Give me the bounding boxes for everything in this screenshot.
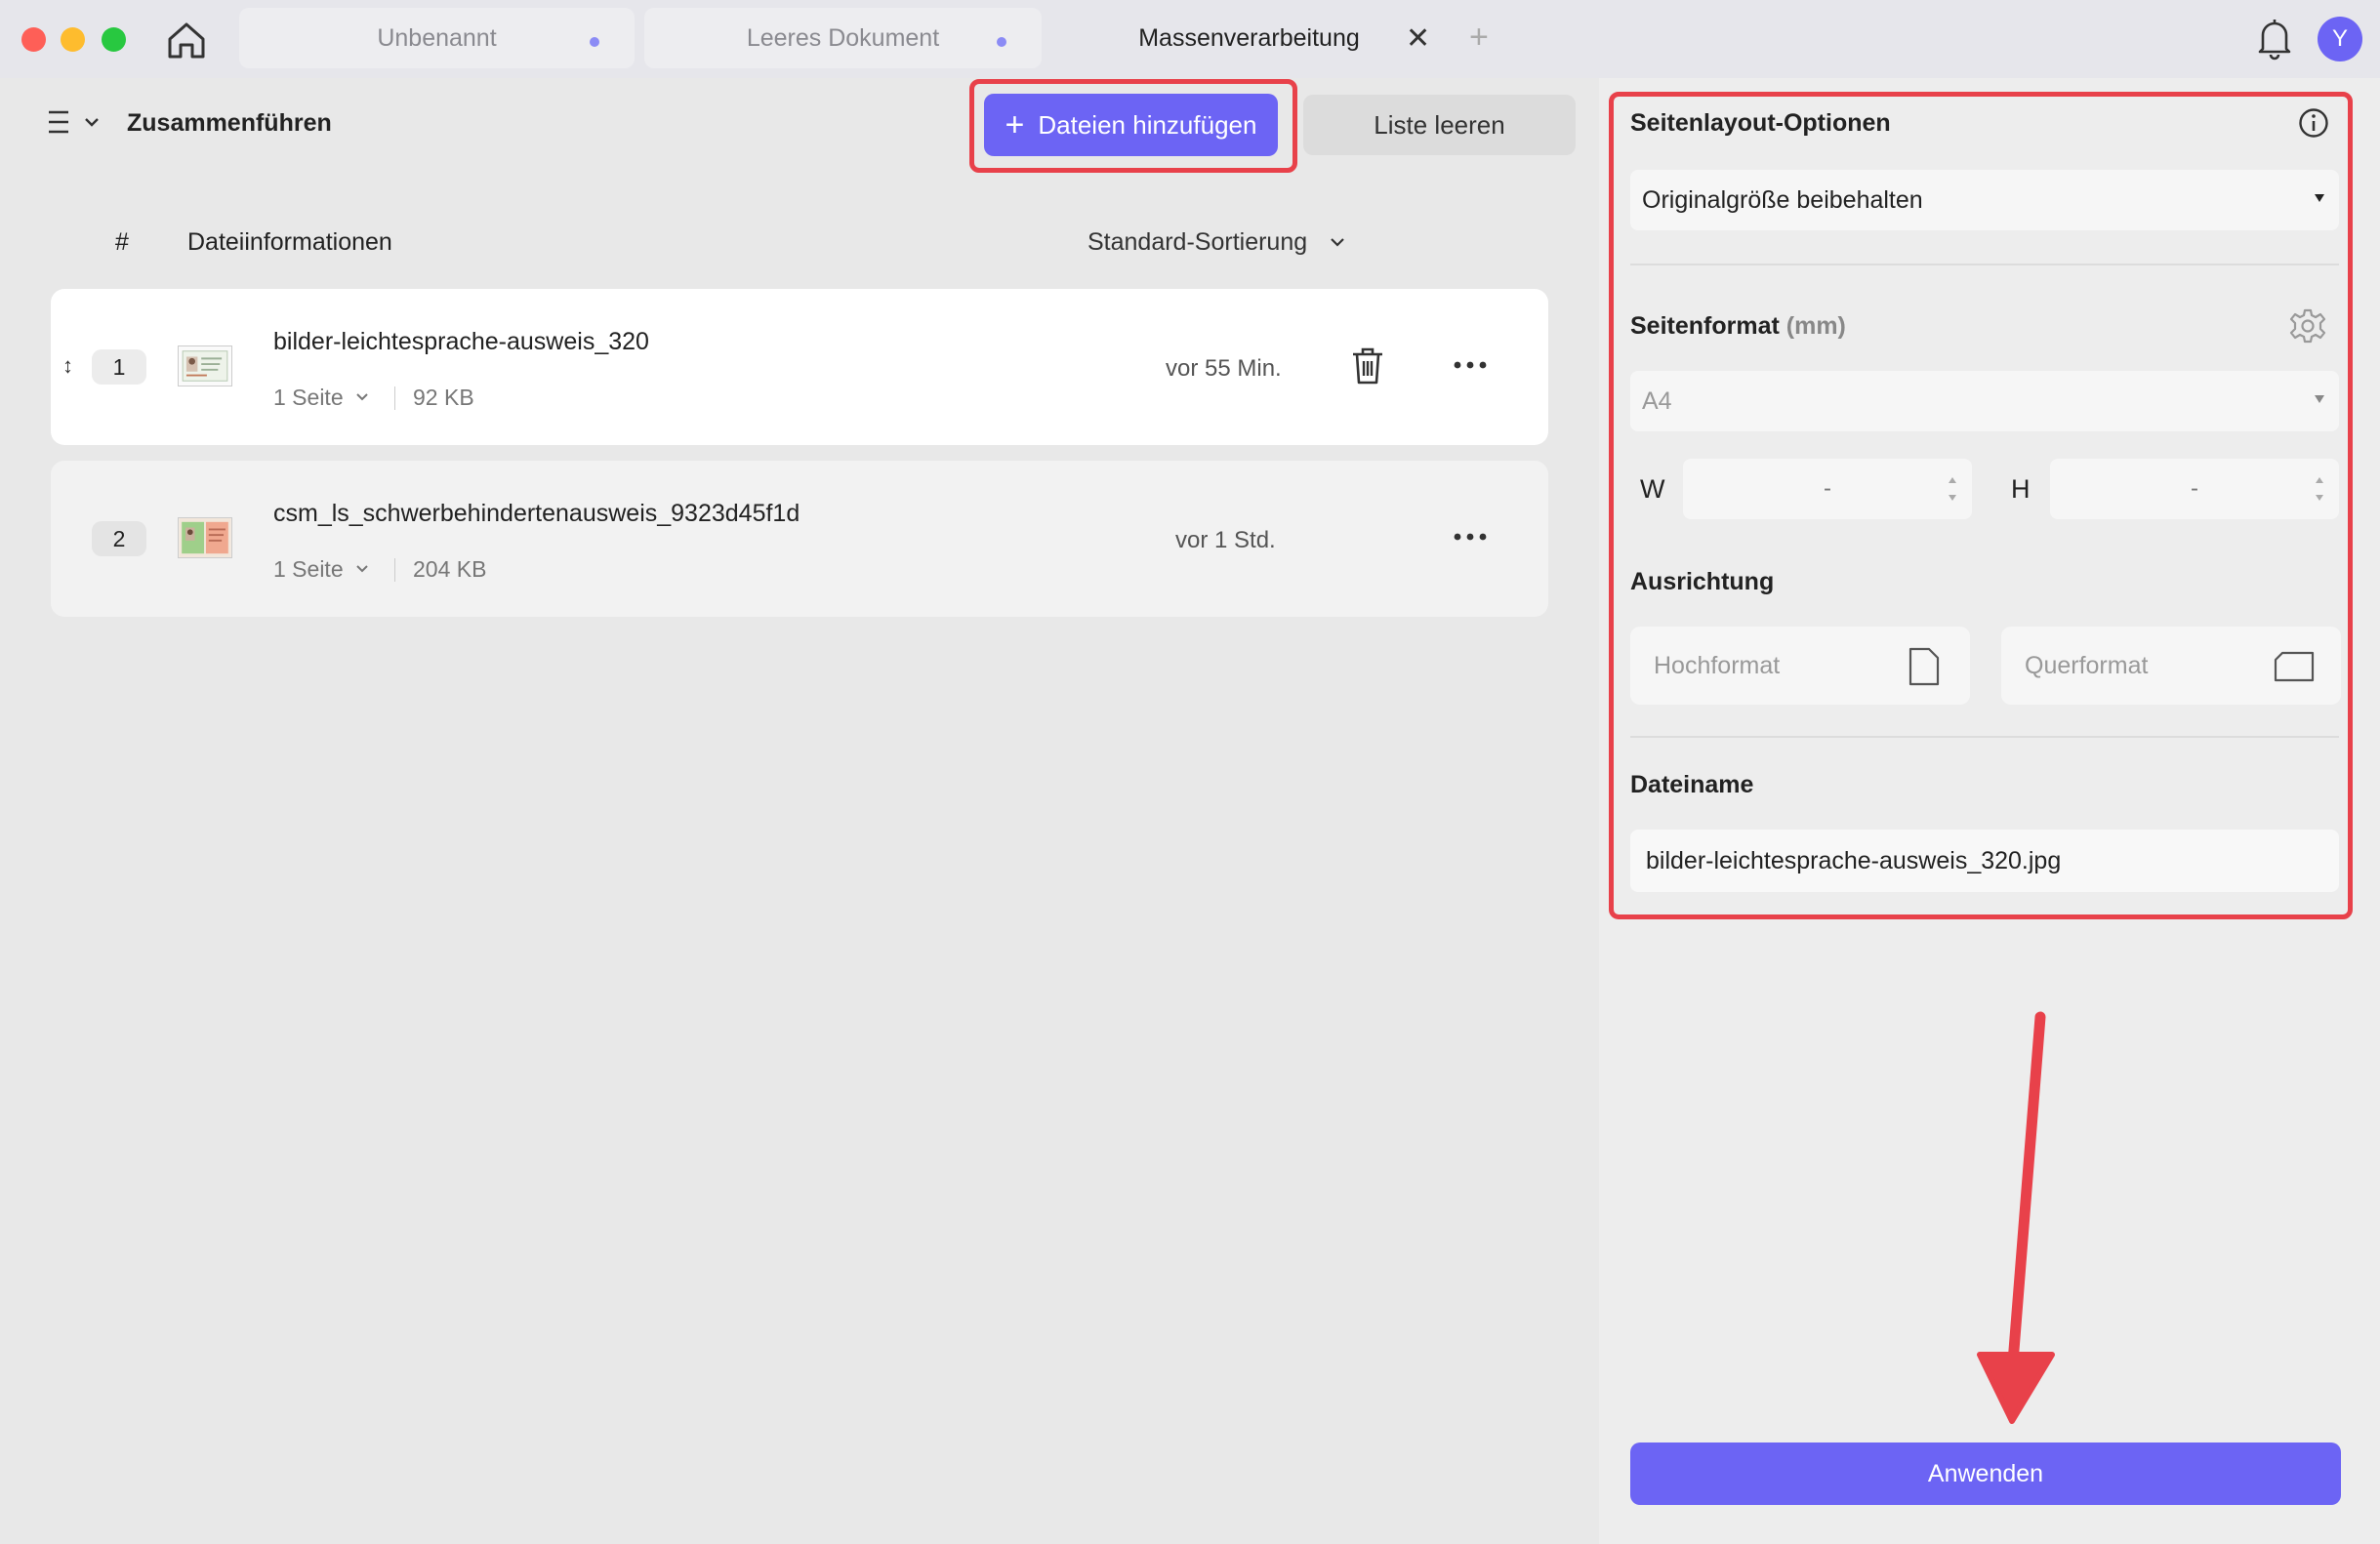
file-thumbnail [178, 517, 232, 558]
tab-label: Massenverarbeitung [1138, 23, 1360, 52]
plus-icon: + [1005, 106, 1025, 143]
row-number: 2 [92, 521, 146, 556]
filename-field[interactable]: bilder-leichtesprache-ausweis_320.jpg [1630, 830, 2339, 892]
column-header-number: # [115, 228, 129, 256]
file-name: csm_ls_schwerbehindertenausweis_9323d45f… [273, 500, 800, 527]
bell-icon[interactable] [2255, 18, 2294, 61]
trash-icon[interactable] [1349, 345, 1386, 386]
layout-select[interactable]: Originalgröße beibehalten [1630, 170, 2339, 230]
landscape-option[interactable]: Querformat [2001, 627, 2341, 705]
landscape-label: Querformat [2025, 651, 2149, 679]
minimize-window-button[interactable] [61, 27, 85, 52]
chevron-down-icon[interactable] [1330, 236, 1345, 248]
height-input[interactable]: - [2050, 459, 2339, 519]
portrait-option[interactable]: Hochformat [1630, 627, 1970, 705]
home-icon[interactable] [164, 18, 209, 62]
stepper-icon[interactable] [1947, 470, 1958, 508]
add-files-label: Dateien hinzufügen [1038, 109, 1257, 140]
close-window-button[interactable] [21, 27, 46, 52]
landscape-page-icon [2274, 651, 2315, 682]
page-count-dropdown[interactable]: 1 Seite [273, 556, 344, 583]
chevron-down-icon[interactable] [355, 564, 369, 574]
row-number: 1 [92, 349, 146, 385]
apply-button[interactable]: Anwenden [1630, 1442, 2341, 1505]
height-value: - [2191, 475, 2198, 502]
height-label: H [2011, 474, 2031, 504]
page-count-dropdown[interactable]: 1 Seite [273, 385, 344, 411]
tab-label: Leeres Dokument [746, 23, 940, 52]
filename-title: Dateiname [1630, 771, 1754, 798]
title-bar: Unbenannt Leeres Dokument Massenverarbei… [0, 0, 2380, 78]
file-name: bilder-leichtesprache-ausweis_320 [273, 328, 649, 355]
layout-options-title: Seitenlayout-Optionen [1630, 109, 1891, 137]
menu-icon[interactable] [47, 109, 70, 135]
divider [394, 558, 395, 582]
add-files-button[interactable]: + Dateien hinzufügen [984, 94, 1278, 156]
page-format-unit: (mm) [1785, 312, 1846, 340]
table-row[interactable]: 2 csm_ls_schwerbehindertenausweis_9323d4… [51, 461, 1548, 617]
chevron-down-icon[interactable] [84, 115, 100, 129]
page-format-value: A4 [1642, 386, 1672, 415]
stepper-icon[interactable] [2314, 470, 2325, 508]
divider [1630, 736, 2339, 738]
width-label: W [1640, 474, 1665, 504]
caret-down-icon [2315, 395, 2324, 403]
divider [1630, 264, 2339, 265]
portrait-page-icon [1908, 647, 1940, 686]
tab-leeres-dokument[interactable]: Leeres Dokument [644, 8, 1042, 68]
file-timestamp: vor 55 Min. [1166, 355, 1282, 382]
new-tab-icon[interactable]: + [1469, 18, 1489, 57]
page-format-label: Seitenformat [1630, 312, 1780, 340]
width-value: - [1824, 475, 1831, 502]
width-input[interactable]: - [1683, 459, 1972, 519]
more-options-icon[interactable] [1453, 525, 1488, 549]
maximize-window-button[interactable] [102, 27, 126, 52]
file-timestamp: vor 1 Std. [1175, 527, 1276, 553]
unsaved-dot-icon [997, 37, 1006, 47]
page-title: Zusammenführen [127, 109, 332, 137]
tab-unbenannt[interactable]: Unbenannt [239, 8, 635, 68]
portrait-label: Hochformat [1654, 651, 1781, 679]
divider [394, 386, 395, 410]
avatar[interactable]: Y [2318, 17, 2362, 61]
tab-label: Unbenannt [377, 23, 497, 52]
table-row[interactable]: ↕ 1 bilder-leichtesprache-ausweis_320 1 … [51, 289, 1548, 445]
file-size: 92 KB [413, 385, 474, 410]
file-size: 204 KB [413, 556, 487, 582]
column-header-info: Dateiinformationen [187, 228, 392, 256]
layout-select-value: Originalgröße beibehalten [1642, 185, 1923, 214]
unsaved-dot-icon [590, 37, 599, 47]
chevron-down-icon[interactable] [355, 392, 369, 402]
tab-massenverarbeitung[interactable]: Massenverarbeitung [1051, 8, 1447, 68]
drag-handle-icon[interactable]: ↕ [62, 353, 73, 379]
more-options-icon[interactable] [1453, 353, 1488, 377]
page-format-title: Seitenformat (mm) [1630, 312, 1846, 341]
sort-dropdown[interactable]: Standard-Sortierung [1087, 228, 1307, 257]
clear-list-button[interactable]: Liste leeren [1303, 95, 1576, 155]
orientation-title: Ausrichtung [1630, 568, 1775, 595]
gear-icon[interactable] [2288, 306, 2327, 345]
caret-down-icon [2315, 194, 2324, 202]
page-format-select[interactable]: A4 [1630, 371, 2339, 431]
info-icon[interactable] [2298, 107, 2329, 139]
annotation-arrow-icon [1977, 1011, 2055, 1424]
close-tab-icon[interactable]: ✕ [1406, 21, 1430, 57]
file-thumbnail [178, 345, 232, 386]
